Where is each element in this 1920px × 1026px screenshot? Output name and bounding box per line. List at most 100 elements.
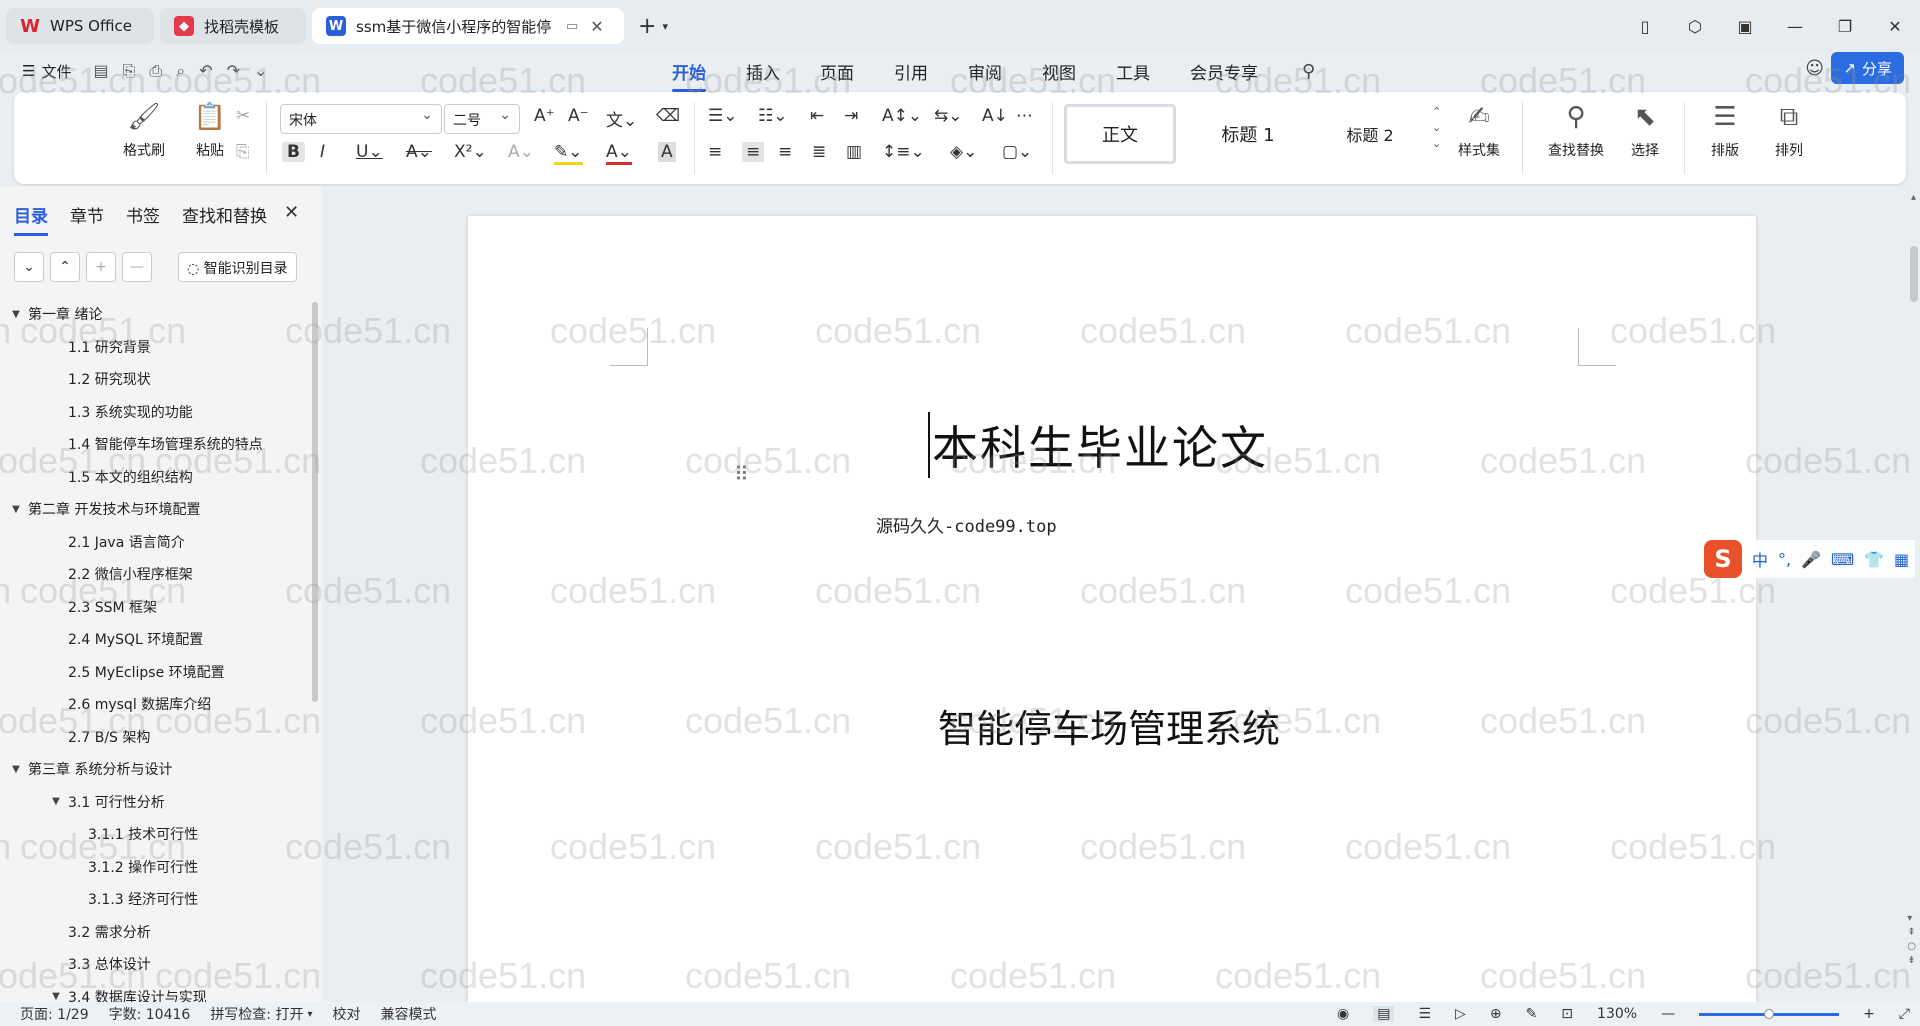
tab-references[interactable]: 引用 xyxy=(894,59,928,84)
toc-item[interactable]: 1.4 智能停车场管理系统的特点 xyxy=(0,428,312,461)
remove-icon[interactable]: — xyxy=(122,252,152,282)
tab-chapters[interactable]: 章节 xyxy=(70,202,104,236)
keyboard-icon[interactable]: ⌨ xyxy=(1831,550,1854,569)
toc-item[interactable]: 1.2 研究现状 xyxy=(0,363,312,396)
tab-wps-office[interactable]: W WPS Office xyxy=(6,8,154,44)
zoom-level[interactable]: 130% xyxy=(1597,1006,1637,1022)
tab-page[interactable]: 页面 xyxy=(820,59,854,84)
toc-item[interactable]: 2.5 MyEclipse 环境配置 xyxy=(0,656,312,689)
shading-icon[interactable]: ◈⌄ xyxy=(950,142,977,162)
arrange-button[interactable]: ⧉ 排列 xyxy=(1762,102,1816,160)
source-note[interactable]: 源码久久-code99.top xyxy=(876,512,1057,537)
chat-icon[interactable]: ☺ xyxy=(1805,58,1824,79)
paste-button[interactable]: 📋 粘贴 xyxy=(180,102,240,160)
superscript-icon[interactable]: X²⌄ xyxy=(454,142,487,162)
tab-tools[interactable]: 工具 xyxy=(1116,59,1150,84)
italic-icon[interactable]: I xyxy=(320,142,325,162)
toc-item[interactable]: 2.6 mysql 数据库介绍 xyxy=(0,688,312,721)
tab-docer[interactable]: ◆ 找稻壳模板 xyxy=(160,8,306,44)
toc-scrollbar[interactable] xyxy=(312,302,318,702)
distribute-icon[interactable]: ▥ xyxy=(846,142,862,162)
tab-document[interactable]: W ssm基于微信小程序的智能停 ▭ ✕ xyxy=(312,8,624,44)
increase-indent-icon[interactable]: ⇥ xyxy=(844,106,858,126)
shrink-font-icon[interactable]: A⁻ xyxy=(568,106,589,126)
collapse-up-icon[interactable]: ⌃ xyxy=(50,252,80,282)
expand-arrow-icon[interactable]: ▼ xyxy=(10,309,22,320)
fullscreen-icon[interactable]: ⤢ xyxy=(1899,1006,1910,1022)
close-tab-icon[interactable]: ✕ xyxy=(590,17,603,36)
layout-button[interactable]: ☰ 排版 xyxy=(1698,102,1752,160)
expand-arrow-icon[interactable]: ▼ xyxy=(10,764,22,775)
close-icon[interactable]: ✕ xyxy=(284,202,299,223)
outline-view-icon[interactable]: ☰ xyxy=(1418,1006,1431,1022)
expand-arrow-icon[interactable]: ▼ xyxy=(10,504,22,515)
tab-review[interactable]: 审阅 xyxy=(968,59,1002,84)
toc-item[interactable]: 3.2 需求分析 xyxy=(0,916,312,949)
toc-item[interactable]: 1.5 本文的组织结构 xyxy=(0,461,312,494)
tab-toc[interactable]: 目录 xyxy=(14,202,48,236)
zoom-slider[interactable] xyxy=(1699,1008,1840,1019)
proofread[interactable]: 校对 xyxy=(333,1004,361,1024)
toc-item[interactable]: 3.1.1 技术可行性 xyxy=(0,818,312,851)
punctuation-icon[interactable]: °, xyxy=(1778,550,1791,569)
toc-item[interactable]: 2.1 Java 语言简介 xyxy=(0,526,312,559)
toc-item[interactable]: 1.3 系统实现的功能 xyxy=(0,396,312,429)
reading-layout-icon[interactable]: ▯ xyxy=(1620,17,1670,36)
clear-format-icon[interactable]: ⌫ xyxy=(656,106,680,126)
page-count[interactable]: 页面: 1/29 xyxy=(20,1004,89,1024)
avatar[interactable]: ▣ xyxy=(1720,17,1770,36)
scroll-down-icon[interactable]: ▾ ⇞ ○ ⇟ xyxy=(1907,912,1916,968)
toc-item[interactable]: 1.1 研究背景 xyxy=(0,331,312,364)
undo-icon[interactable]: ↶ xyxy=(199,61,212,81)
tab-bookmarks[interactable]: 书签 xyxy=(126,202,160,236)
select-button[interactable]: ⬉ 选择 xyxy=(1618,102,1672,160)
copy-icon[interactable]: ⎘ xyxy=(236,142,250,162)
more-icon[interactable]: ⌄ xyxy=(254,61,267,81)
smart-toc-button[interactable]: ◌ 智能识别目录 xyxy=(178,252,297,282)
text-effect-icon[interactable]: A⌄ xyxy=(508,142,534,162)
font-name-select[interactable]: 宋体 xyxy=(280,104,442,134)
tab-home[interactable]: 开始 xyxy=(672,59,706,92)
find-replace-button[interactable]: ⚲ 查找替换 xyxy=(1536,102,1616,160)
add-icon[interactable]: + xyxy=(86,252,116,282)
toc-item[interactable]: ▼ 第三章 系统分析与设计 xyxy=(0,753,312,786)
align-left-icon[interactable]: ≡ xyxy=(708,142,722,162)
skin-icon[interactable]: 👕 xyxy=(1864,550,1884,569)
web-view-icon[interactable]: ⊕ xyxy=(1490,1006,1502,1022)
search-icon[interactable]: ⚲ xyxy=(1302,61,1315,82)
document-scrollbar[interactable] xyxy=(1910,246,1918,302)
tab-insert[interactable]: 插入 xyxy=(746,59,780,84)
chevron-down-icon[interactable]: ▾ xyxy=(662,20,668,33)
toc-item[interactable]: ▼ 3.4 数据库设计与实现 xyxy=(0,981,312,1002)
bullet-list-icon[interactable]: ☰⌄ xyxy=(708,106,737,126)
strikethrough-icon[interactable]: A⌄ xyxy=(406,142,432,162)
print-icon[interactable]: ⎙ xyxy=(149,61,162,81)
bold-icon[interactable]: B xyxy=(282,142,305,162)
tab-find-replace[interactable]: 查找和替换 xyxy=(182,202,267,236)
pen-icon[interactable]: ✎ xyxy=(1526,1006,1538,1022)
phonetic-icon[interactable]: 文⌄ xyxy=(606,106,637,131)
zoom-in-icon[interactable]: + xyxy=(1863,1006,1875,1022)
toc-item[interactable]: ▼ 第二章 开发技术与环境配置 xyxy=(0,493,312,526)
highlight-icon[interactable]: ✎⌄ xyxy=(554,142,583,165)
sort-icon[interactable]: ⇆⌄ xyxy=(934,106,963,126)
toc-item[interactable]: 2.3 SSM 框架 xyxy=(0,591,312,624)
eye-icon[interactable]: ◉ xyxy=(1337,1006,1349,1022)
char-shading-icon[interactable]: A xyxy=(658,142,676,162)
share-button[interactable]: ↗ 分享 xyxy=(1831,52,1904,84)
expand-arrow-icon[interactable]: ▼ xyxy=(50,991,62,1002)
expand-arrow-icon[interactable]: ▼ xyxy=(50,796,62,807)
zoom-out-icon[interactable]: — xyxy=(1661,1006,1675,1022)
justify-icon[interactable]: ≣ xyxy=(812,142,826,162)
system-title[interactable]: 智能停车场管理系统 xyxy=(938,698,1280,753)
document-title[interactable]: 本科生毕业论文 xyxy=(928,412,1348,478)
cube-icon[interactable]: ⬡ xyxy=(1670,17,1720,36)
toc-item[interactable]: 2.7 B/S 架构 xyxy=(0,721,312,754)
toc-item[interactable]: 2.2 微信小程序框架 xyxy=(0,558,312,591)
microphone-icon[interactable]: 🎤 xyxy=(1801,550,1821,569)
play-icon[interactable]: ▷ xyxy=(1455,1006,1466,1022)
font-color-icon[interactable]: A⌄ xyxy=(606,142,632,165)
style-set-button[interactable]: ✍ 样式集 xyxy=(1446,102,1512,160)
tab-view[interactable]: 视图 xyxy=(1042,59,1076,84)
ime-language[interactable]: 中 xyxy=(1752,547,1768,571)
